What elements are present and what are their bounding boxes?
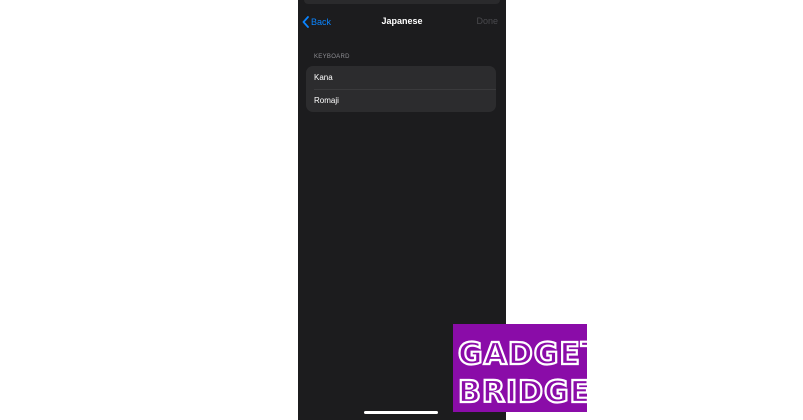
list-item-label: Kana [314,73,333,82]
sheet-stack-edge [304,0,500,4]
screenshot-canvas: Back Japanese Done KEYBOARD Kana Romaji … [0,0,803,420]
navigation-bar: Back Japanese Done [298,10,506,34]
list-item-kana[interactable]: Kana [306,66,496,89]
done-button[interactable]: Done [476,16,498,26]
section-header-keyboard: KEYBOARD [314,54,350,60]
list-item-romaji[interactable]: Romaji [306,89,496,112]
list-item-label: Romaji [314,96,339,105]
home-indicator[interactable] [364,411,438,414]
page-title: Japanese [381,16,423,26]
keyboard-options-list: Kana Romaji [306,66,496,112]
logo-line-2: BRIDGE [458,375,587,410]
gadget-bridge-logo: GADGET BRIDGE [453,324,587,412]
logo-line-1: GADGET [458,337,587,372]
